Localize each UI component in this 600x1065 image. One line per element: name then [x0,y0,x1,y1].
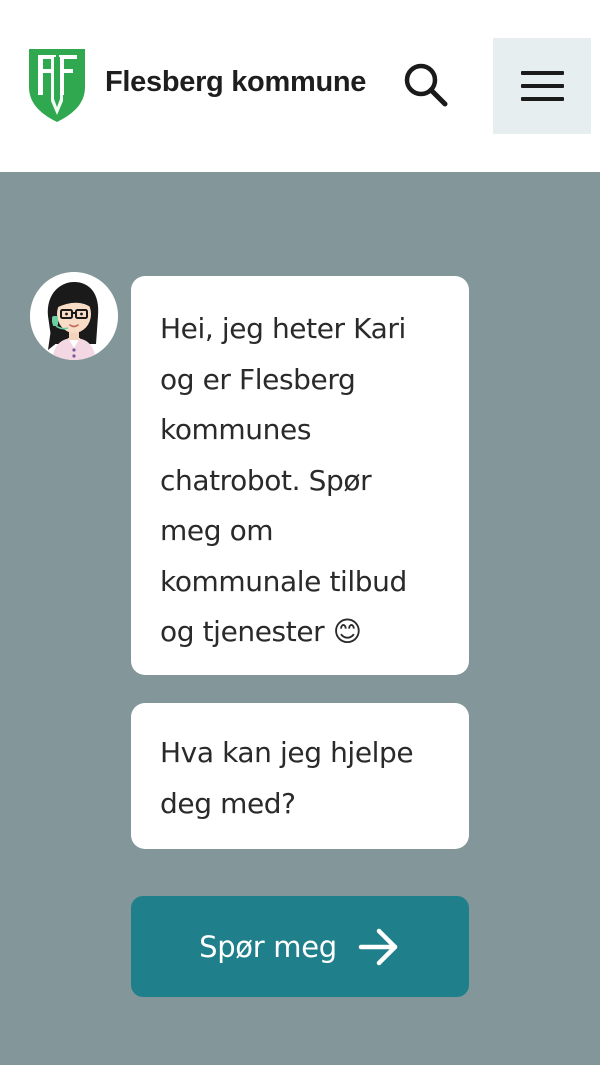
ask-me-label: Spør meg [199,929,337,964]
menu-button[interactable] [493,38,591,134]
coat-of-arms-icon[interactable] [27,47,87,123]
search-button[interactable] [400,58,452,110]
chat-message: Hei, jeg heter Kari og er Flesberg kommu… [131,276,469,675]
search-icon [404,63,448,107]
chat-area: Hei, jeg heter Kari og er Flesberg kommu… [0,172,600,1065]
arrow-right-icon [358,928,398,965]
site-header: Flesberg kommune [0,0,600,172]
ask-me-button[interactable]: Spør meg [131,896,469,997]
chat-message: Hva kan jeg hjelpe deg med? [131,703,469,849]
chatbot-avatar [30,272,118,360]
brand-name[interactable]: Flesberg kommune [105,62,366,102]
